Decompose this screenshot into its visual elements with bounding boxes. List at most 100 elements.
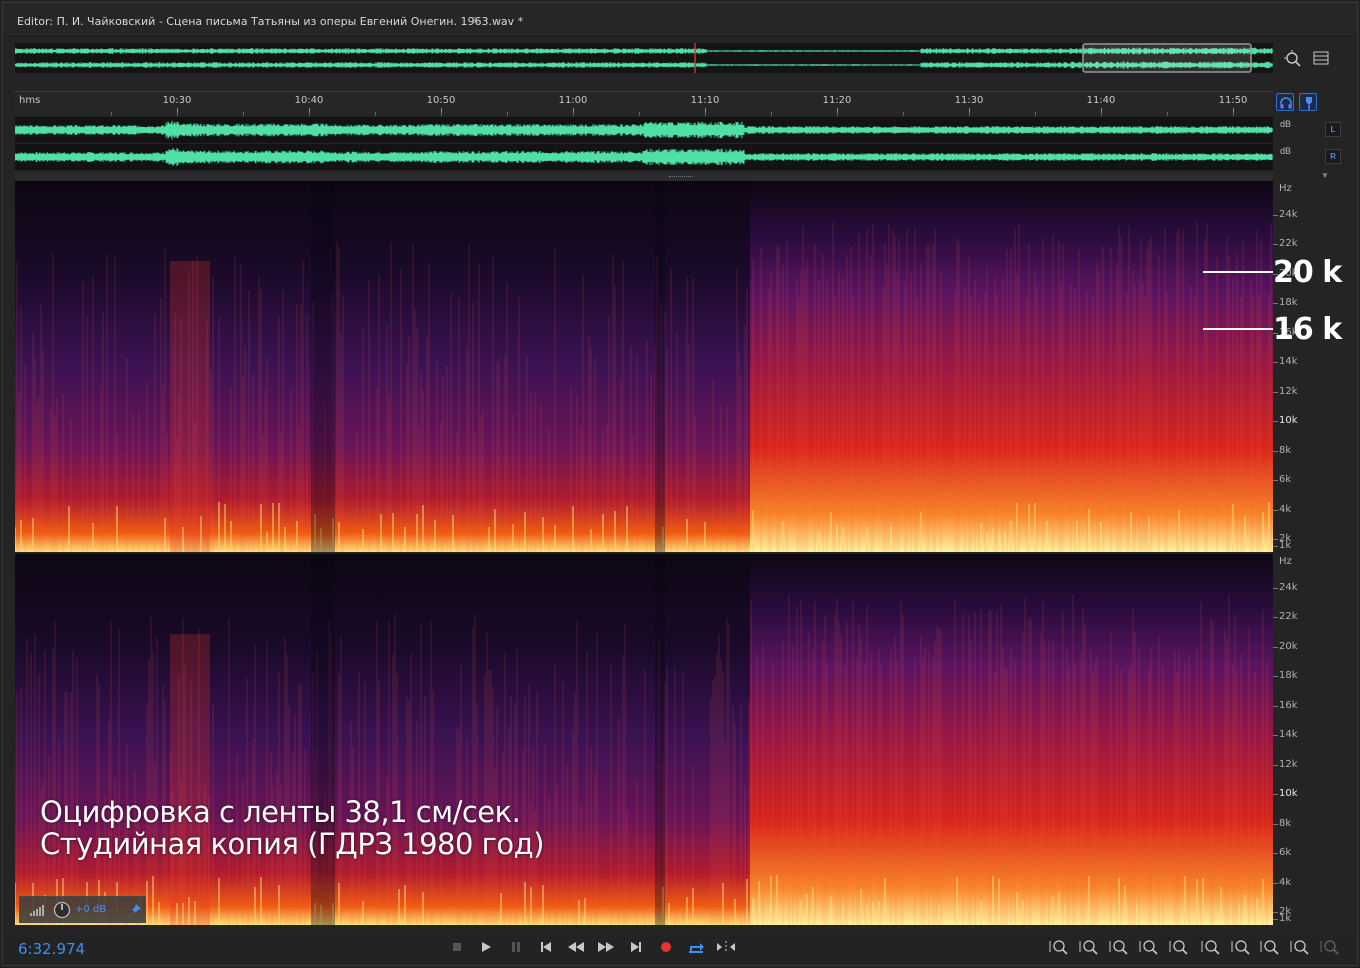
move-to-previous-button[interactable] [535,937,557,957]
volume-knob-icon[interactable] [53,901,71,919]
caption-line-2: Студийная копия (ГДРЗ 1980 год) [40,827,545,861]
ruler-label: 11:30 [954,95,984,106]
spectrogram-right-graphic [15,554,1273,925]
frequency-axis-left: Hz 24k 22k 20k 18k 16k 14k 12k 10k 8k 6k 4k 2k 1k [1273,181,1345,552]
frequency-label: 24k [1279,209,1298,220]
headphone-monitor-button[interactable] [1276,93,1294,111]
frequency-label: 18k [1279,297,1298,309]
frequency-tick [1273,215,1278,216]
overview-viewport-box[interactable] [1082,43,1252,73]
zoom-navigator-icon[interactable] [1283,49,1303,67]
channel-right-toggle[interactable]: R [1325,149,1341,164]
play-button[interactable] [475,937,497,957]
frequency-label: 1k [1279,913,1292,924]
frequency-tick [1273,919,1278,920]
frequency-tick [1273,676,1278,678]
frequency-label: 12k [1279,385,1298,397]
frequency-tick [1273,794,1278,796]
editor-panel: Editor: П. И. Чайковский - Сцена письма … [2,2,1358,966]
fast-forward-button[interactable] [595,937,617,957]
zoom-in-selection-icon [1201,940,1220,955]
zoom-out-amplitude-icon [1079,940,1098,955]
waveform-spectral-divider[interactable] [15,173,1273,181]
frequency-label: 4k [1279,876,1292,888]
pin-hud-icon[interactable] [128,903,142,917]
zoom-reset-button[interactable] [1289,937,1311,957]
skip-selection-button[interactable] [715,937,737,957]
ruler-minor-tick [837,112,838,116]
frequency-tick [1273,646,1278,648]
channel-left-controls: dB L [1275,117,1345,143]
frequency-label: 16k [1279,699,1298,711]
pause-button[interactable] [505,937,527,957]
frequency-label: 6k [1279,474,1292,486]
waveform-channel-left[interactable] [15,117,1273,143]
zoom-disabled-button[interactable] [1319,937,1341,957]
waveform-right-graphic [15,148,1273,166]
frequency-label: 1k [1279,540,1292,551]
frequency-label: 18k [1279,670,1298,682]
frequency-axis-right: Hz 24k 22k 20k 18k 16k 14k 12k 10k 8k 6k 4k 2k 1k [1273,554,1345,925]
move-to-next-button[interactable] [625,937,647,957]
stop-icon [453,943,461,951]
editor-title: Editor: П. И. Чайковский - Сцена письма … [17,15,524,28]
frequency-label: 10k [1279,415,1298,427]
frequency-tick [1273,421,1278,423]
zoom-in-selection-button[interactable] [1200,937,1222,957]
rewind-button[interactable] [565,937,587,957]
zoom-in-time-button[interactable] [1108,937,1130,957]
current-time-display[interactable]: 6:32.974 [18,940,85,958]
waveform-channel-right[interactable] [15,144,1273,170]
zoom-out-full-button[interactable] [1168,937,1190,957]
ruler-minor-tick [309,112,310,116]
overview-waveform-graphic [15,43,1273,73]
spectral-display-right[interactable] [15,554,1273,925]
ruler-label: 11:20 [822,95,852,106]
frequency-label: 6k [1279,847,1292,859]
frequency-tick [1273,244,1278,246]
waveform-left-graphic [15,120,1273,140]
play-icon [482,942,491,952]
ruler-minor-tick [771,112,772,116]
stop-button[interactable] [446,937,468,957]
spectral-display-left[interactable] [15,181,1273,552]
frequency-tick [1273,450,1278,452]
frequency-label: 12k [1279,758,1298,770]
frequency-label: 22k [1279,611,1298,623]
zoom-in-amplitude-icon [1049,940,1068,955]
ruler-minor-tick [1167,112,1168,116]
panel-menu-icon[interactable]: ≡ [472,13,479,27]
record-icon [661,942,671,952]
frequency-label: 20k [1279,640,1298,652]
divider-grip[interactable] [669,176,693,178]
record-button[interactable] [655,937,677,957]
loop-playback-button[interactable] [685,937,707,957]
marker-button[interactable] [1299,93,1317,111]
overview-options-icon[interactable] [1313,50,1329,66]
zoom-reset-icon [1290,940,1309,955]
amplitude-hud[interactable]: +0 dB [19,896,146,923]
zoom-to-selection-right-button[interactable] [1259,937,1281,957]
channel-right-db-label: dB [1280,146,1292,156]
callout-16k: 16 k [1273,312,1342,347]
frequency-tick [1273,853,1278,855]
frequency-tick [1273,480,1278,482]
callout-line-20k [1203,271,1273,273]
ruler-label: 10:50 [426,95,456,106]
time-ruler[interactable]: hms 10:30 10:40 10:50 11:00 11:10 11:20 11:30 1… [15,91,1273,116]
zoom-out-time-button[interactable] [1138,937,1160,957]
zoom-to-selection-left-button[interactable] [1230,937,1252,957]
collapse-arrow-icon[interactable]: ▼ [1321,171,1329,180]
zoom-to-selection-left-icon [1231,940,1250,955]
zoom-in-amplitude-button[interactable] [1048,937,1070,957]
level-meter-icon [30,905,44,916]
caption-line-1: Оцифровка с ленты 38,1 см/сек. [40,795,521,829]
skip-forward-icon [631,942,641,952]
zoom-out-amplitude-button[interactable] [1078,937,1100,957]
channel-left-toggle[interactable]: L [1325,122,1341,137]
channel-left-db-label: dB [1280,119,1292,129]
overview-waveform[interactable] [15,43,1273,73]
ruler-label: 11:00 [558,95,588,106]
ruler-label: 11:10 [690,95,720,106]
frequency-tick [1273,823,1278,825]
